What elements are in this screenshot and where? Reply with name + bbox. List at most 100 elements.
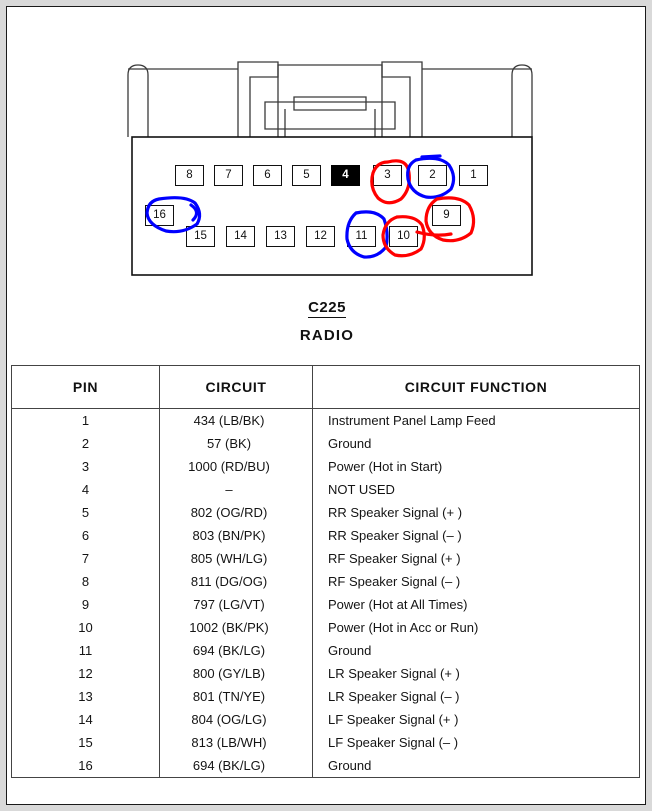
latch-center-rib (293, 96, 367, 111)
cell-function: RR Speaker Signal (+ ) (328, 505, 463, 520)
cell-function: NOT USED (328, 482, 395, 497)
cell-pin: 6 (81, 528, 90, 543)
cell-pin: 12 (78, 666, 93, 681)
pin-box-5[interactable]: 5 (292, 165, 321, 186)
connector-diagram: 8 7 6 5 4 3 2 1 16 15 14 13 12 11 10 9 (7, 7, 647, 297)
table-row: 6 803 (BN/PK) RR Speaker Signal (– ) (12, 524, 640, 547)
cell-pin: 11 (78, 643, 93, 658)
pin-box-10[interactable]: 10 (389, 226, 418, 247)
pin-box-16[interactable]: 16 (145, 205, 174, 226)
table-row: 10 1002 (BK/PK) Power (Hot in Acc or Run) (12, 616, 640, 639)
connector-outline-svg (127, 61, 533, 276)
pin-box-9[interactable]: 9 (432, 205, 461, 226)
pin-box-12[interactable]: 12 (306, 226, 335, 247)
cell-circuit: 1002 (BK/PK) (159, 616, 313, 639)
cell-circuit: 800 (GY/LB) (159, 662, 313, 685)
table-row: 14 804 (OG/LG) LF Speaker Signal (+ ) (12, 708, 640, 731)
cell-function: RF Speaker Signal (– ) (328, 574, 461, 589)
table-row: 15 813 (LB/WH) LF Speaker Signal (– ) (12, 731, 640, 754)
cell-function: LF Speaker Signal (– ) (328, 735, 459, 750)
connector-name: RADIO (299, 327, 355, 344)
cell-function: RR Speaker Signal (– ) (328, 528, 462, 543)
table-row: 4 – NOT USED (12, 478, 640, 501)
table-row: 7 805 (WH/LG) RF Speaker Signal (+ ) (12, 547, 640, 570)
connector-body (131, 136, 533, 276)
cell-function: RF Speaker Signal (+ ) (328, 551, 461, 566)
cell-circuit: 1000 (RD/BU) (159, 455, 313, 478)
header-function: CIRCUIT FUNCTION (312, 365, 640, 409)
pin-box-13[interactable]: 13 (266, 226, 295, 247)
cell-circuit: 434 (LB/BK) (159, 408, 313, 432)
cell-circuit: 805 (WH/LG) (159, 547, 313, 570)
table-row: 2 57 (BK) Ground (12, 432, 640, 455)
latch-right-hook (381, 61, 423, 138)
header-pin: PIN (11, 365, 160, 409)
pin-box-6[interactable]: 6 (253, 165, 282, 186)
cell-function: Ground (328, 758, 372, 773)
cell-pin: 13 (78, 689, 93, 704)
cell-circuit: – (159, 478, 313, 501)
cell-circuit: 694 (BK/LG) (159, 639, 313, 662)
table-row: 3 1000 (RD/BU) Power (Hot in Start) (12, 455, 640, 478)
cell-function: Power (Hot in Acc or Run) (328, 620, 479, 635)
cell-circuit: 694 (BK/LG) (159, 754, 313, 778)
cell-pin: 8 (81, 574, 90, 589)
cell-function: LR Speaker Signal (+ ) (328, 666, 460, 681)
cell-function: Instrument Panel Lamp Feed (328, 413, 496, 428)
cell-pin: 9 (81, 597, 90, 612)
table-row: 9 797 (LG/VT) Power (Hot at All Times) (12, 593, 640, 616)
table-header-row: PIN CIRCUIT CIRCUIT FUNCTION (11, 365, 640, 409)
pin-table: PIN CIRCUIT CIRCUIT FUNCTION 1 434 (LB/BK… (11, 365, 640, 778)
latch-left-hook (237, 61, 279, 138)
cell-circuit: 803 (BN/PK) (159, 524, 313, 547)
table-row: 12 800 (GY/LB) LR Speaker Signal (+ ) (12, 662, 640, 685)
table-body: 1 434 (LB/BK) Instrument Panel Lamp Feed 2 5… (12, 408, 640, 778)
pin-box-1[interactable]: 1 (459, 165, 488, 186)
table-row: 13 801 (TN/YE) LR Speaker Signal (– ) (12, 685, 640, 708)
pin-box-15[interactable]: 15 (186, 226, 215, 247)
table-row: 16 694 (BK/LG) Ground (12, 754, 640, 778)
pin-box-7[interactable]: 7 (214, 165, 243, 186)
cell-circuit: 801 (TN/YE) (159, 685, 313, 708)
table-row: 5 802 (OG/RD) RR Speaker Signal (+ ) (12, 501, 640, 524)
cell-pin: 4 (81, 482, 90, 497)
table-row: 11 694 (BK/LG) Ground (12, 639, 640, 662)
pin-box-3[interactable]: 3 (373, 165, 402, 186)
cell-function: LF Speaker Signal (+ ) (328, 712, 459, 727)
pin-box-2[interactable]: 2 (418, 165, 447, 186)
cell-pin: 16 (78, 758, 93, 773)
connector-id: C225 (308, 299, 346, 318)
page-frame: 8 7 6 5 4 3 2 1 16 15 14 13 12 11 10 9 C… (6, 6, 646, 805)
pin-box-4[interactable]: 4 (331, 165, 360, 186)
cell-circuit: 57 (BK) (159, 432, 313, 455)
cell-pin: 2 (81, 436, 90, 451)
cell-pin: 14 (78, 712, 93, 727)
connector-right-tab (511, 64, 533, 137)
cell-pin: 7 (81, 551, 90, 566)
cell-function: Power (Hot at All Times) (328, 597, 468, 612)
table-row: 1 434 (LB/BK) Instrument Panel Lamp Feed (12, 408, 640, 432)
pin-box-8[interactable]: 8 (175, 165, 204, 186)
cell-circuit: 797 (LG/VT) (159, 593, 313, 616)
cell-function: Ground (328, 436, 372, 451)
pin-box-11[interactable]: 11 (347, 226, 376, 247)
cell-pin: 1 (81, 413, 90, 428)
cell-function: Ground (328, 643, 372, 658)
cell-circuit: 802 (OG/RD) (159, 501, 313, 524)
table-header: PIN CIRCUIT CIRCUIT FUNCTION (11, 365, 640, 409)
pin-box-14[interactable]: 14 (226, 226, 255, 247)
connector-caption: C225 RADIO (7, 299, 647, 344)
cell-pin: 15 (78, 735, 93, 750)
cell-circuit: 811 (DG/OG) (159, 570, 313, 593)
table-row: 8 811 (DG/OG) RF Speaker Signal (– ) (12, 570, 640, 593)
page-background: 8 7 6 5 4 3 2 1 16 15 14 13 12 11 10 9 C… (0, 0, 652, 811)
connector-left-tab (127, 64, 149, 137)
header-circuit: CIRCUIT (159, 365, 313, 409)
cell-circuit: 804 (OG/LG) (159, 708, 313, 731)
cell-pin: 5 (81, 505, 90, 520)
cell-function: Power (Hot in Start) (328, 459, 443, 474)
cell-function: LR Speaker Signal (– ) (328, 689, 460, 704)
cell-pin: 3 (81, 459, 90, 474)
latch-center-base (284, 109, 376, 139)
cell-circuit: 813 (LB/WH) (159, 731, 313, 754)
